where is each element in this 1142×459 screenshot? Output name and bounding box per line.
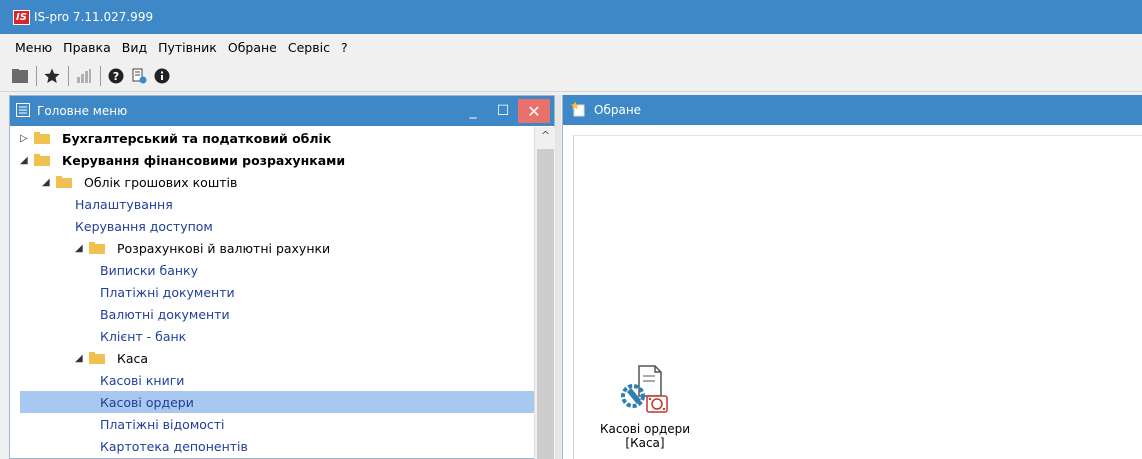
tree-item-label: Облік грошових коштів (84, 174, 238, 190)
collapse-icon[interactable]: ◢ (20, 155, 34, 166)
tree-item-label: Бухгалтерський та податковий облік (62, 130, 332, 146)
tree-item-label: Платіжні відомості (100, 416, 225, 432)
document-info-icon[interactable] (130, 67, 148, 85)
scroll-up-icon[interactable]: ^ (535, 129, 556, 142)
tree-item[interactable]: Валютні документи (20, 303, 534, 325)
favorites-icon (570, 101, 587, 120)
menu-item-favorites[interactable]: Обране (228, 40, 277, 55)
scrollbar-thumb[interactable] (537, 149, 554, 459)
tree-item-label: Картотека депонентів (100, 438, 248, 454)
window-title: IS-pro 7.11.027.999 (34, 10, 154, 24)
tree-item[interactable]: ▷ Бухгалтерський та податковий облік (20, 127, 534, 149)
toolbar-separator (68, 65, 69, 86)
tree-item-label: Касові ордери (100, 394, 194, 410)
cash-orders-shortcut[interactable]: Касові ордери [Каса] (589, 362, 701, 450)
star-icon[interactable] (43, 67, 61, 85)
tree-item[interactable]: Касові книги (20, 369, 534, 391)
tree-item[interactable]: Клієнт - банк (20, 325, 534, 347)
menu-item-edit[interactable]: Правка (63, 40, 111, 55)
tree-item-label: Клієнт - банк (100, 328, 187, 344)
favorites-panel: Обране Касові ордери [Каса] (562, 95, 1142, 459)
tree-item-label: Каса (117, 350, 149, 366)
tree-item[interactable]: Платіжні відомості (20, 413, 534, 435)
folder-icon[interactable] (11, 67, 29, 85)
menu-item-guide[interactable]: Путівник (158, 40, 217, 55)
shortcut-label: Касові ордери (599, 422, 691, 436)
main-menu-panel: Головне меню _ ☐ ✕ ▷ Бухгалтерський та по… (9, 95, 555, 459)
info-icon[interactable] (153, 67, 171, 85)
tree-item-label: Керування фінансовими розрахунками (62, 152, 346, 168)
help-icon[interactable]: ? (107, 67, 125, 85)
tree-item-label: Керування доступом (75, 218, 213, 234)
menu-bar: Меню Правка Вид Путівник Обране Сервіс ? (0, 34, 1142, 60)
panel-splitter[interactable] (555, 95, 561, 459)
cash-orders-icon (617, 362, 673, 418)
tree-item-label: Налаштування (75, 196, 173, 212)
maximize-button[interactable]: ☐ (488, 96, 518, 126)
minimize-button[interactable]: _ (458, 96, 488, 126)
tree-item-label: Валютні документи (100, 306, 230, 322)
main-menu-tree: ▷ Бухгалтерський та податковий облік ◢ Керу… (10, 127, 534, 459)
tree-item[interactable]: Керування доступом (20, 215, 534, 237)
close-button[interactable]: ✕ (518, 99, 550, 123)
tree-item-label: Виписки банку (100, 262, 199, 278)
tree-item[interactable]: ◢ Облік грошових коштів (20, 171, 534, 193)
menu-item-menu[interactable]: Меню (15, 40, 52, 55)
collapse-icon[interactable]: ◢ (75, 353, 89, 364)
main-menu-title: Головне меню (37, 104, 128, 118)
tree-item[interactable]: Касові ордери (20, 391, 534, 413)
shortcut-sublabel: [Каса] (625, 436, 665, 450)
tree-item[interactable]: ◢ Каса (20, 347, 534, 369)
collapse-icon[interactable]: ◢ (42, 177, 56, 188)
favorites-header: Обране (563, 95, 1142, 125)
tree-scrollbar[interactable]: ^ (534, 127, 555, 459)
expand-icon[interactable]: ▷ (20, 133, 34, 144)
toolbar-separator (100, 65, 101, 86)
tree-item[interactable]: ◢ Керування фінансовими розрахунками (20, 149, 534, 171)
tree-item[interactable]: Виписки банку (20, 259, 534, 281)
folder-icon (89, 242, 111, 254)
menu-item-service[interactable]: Сервіс (288, 40, 330, 55)
toolbar: ? (0, 60, 1142, 92)
tree-item-label: Касові книги (100, 372, 185, 388)
toolbar-separator (36, 65, 37, 86)
folder-icon (34, 154, 56, 166)
tree-item[interactable]: Налаштування (20, 193, 534, 215)
collapse-icon[interactable]: ◢ (75, 243, 89, 254)
chart-icon[interactable] (75, 67, 93, 85)
folder-icon (56, 176, 78, 188)
app-logo-icon: IS (13, 9, 30, 25)
folder-icon (34, 132, 56, 144)
main-menu-header: Головне меню _ ☐ ✕ (10, 96, 554, 126)
favorites-area: Касові ордери [Каса] (573, 135, 1142, 459)
menu-panel-icon (16, 102, 30, 120)
folder-icon (89, 352, 111, 364)
window-titlebar: IS IS-pro 7.11.027.999 (0, 0, 1142, 34)
tree-item[interactable]: ◢ Розрахункові й валютні рахунки (20, 237, 534, 259)
svg-text:?: ? (113, 70, 119, 83)
menu-item-help[interactable]: ? (341, 40, 348, 55)
tree-item[interactable]: Картотека депонентів (20, 435, 534, 457)
menu-item-view[interactable]: Вид (122, 40, 147, 55)
favorites-title: Обране (594, 103, 642, 117)
tree-item[interactable]: Платіжні документи (20, 281, 534, 303)
tree-item-label: Платіжні документи (100, 284, 235, 300)
tree-item-label: Розрахункові й валютні рахунки (117, 240, 331, 256)
